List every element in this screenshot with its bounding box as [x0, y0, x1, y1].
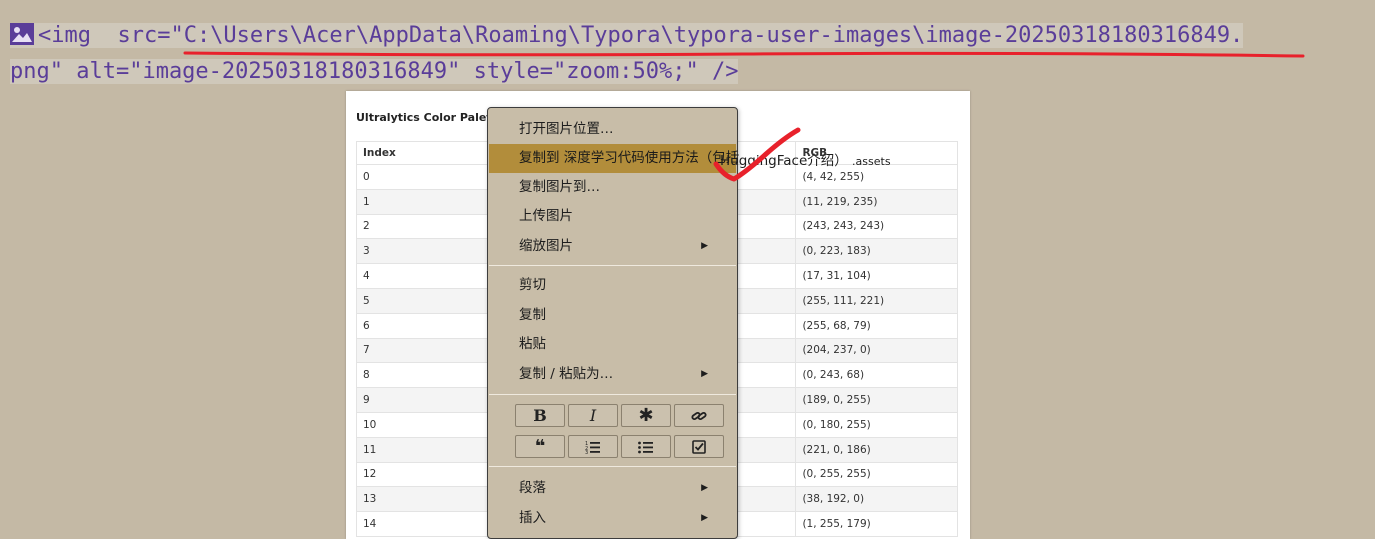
cell-rgb: (243, 243, 243)	[795, 213, 958, 240]
cell-index: 5	[356, 287, 489, 314]
cell-rgb: (221, 0, 186)	[795, 436, 958, 463]
task-list-icon	[692, 439, 706, 454]
cell-rgb: (189, 0, 255)	[795, 387, 958, 413]
bold-icon: B	[533, 406, 547, 425]
bold-button[interactable]: B	[515, 404, 565, 427]
menu-item-paste[interactable]: 粘贴	[489, 330, 736, 359]
header-index: Index	[356, 141, 489, 165]
cell-index: 10	[356, 411, 489, 438]
cell-rgb: (17, 31, 104)	[795, 263, 958, 289]
cell-index: 3	[356, 238, 489, 265]
cell-rgb: (0, 255, 255)	[795, 461, 958, 488]
cell-rgb: (0, 223, 183)	[795, 238, 958, 265]
cell-index: 13	[356, 486, 489, 513]
image-source-line-1[interactable]: <img src="C:\Users\Acer\AppData\Roaming\…	[10, 21, 1244, 51]
cell-rgb: (1, 255, 179)	[795, 511, 958, 537]
source-text-line-1: <img src="C:\Users\Acer\AppData\Roaming\…	[38, 23, 1244, 48]
quote-icon: ❝	[534, 436, 546, 457]
svg-text:3: 3	[585, 450, 588, 454]
submenu-arrow-icon: ▶	[701, 369, 708, 379]
cell-index: 7	[356, 337, 489, 364]
cell-index: 11	[356, 436, 489, 463]
asterisk-button[interactable]: ✱	[621, 404, 671, 427]
cell-index: 6	[356, 312, 489, 339]
menu-item-cut[interactable]: 剪切	[489, 271, 736, 300]
ordered-list-button[interactable]: 123	[568, 435, 618, 458]
menu-item-insert[interactable]: 插入 ▶	[489, 504, 736, 533]
source-text-line-2: png" alt="image-20250318180316849" style…	[10, 59, 739, 84]
menu-item-open-location[interactable]: 打开图片位置…	[489, 115, 736, 144]
cell-rgb: (0, 180, 255)	[795, 411, 958, 438]
link-button[interactable]	[674, 404, 724, 427]
cell-index: 8	[356, 362, 489, 389]
menu-item-copy-image-to[interactable]: 复制图片到…	[489, 173, 736, 202]
bullet-list-button[interactable]	[621, 435, 671, 458]
submenu-arrow-icon: ▶	[701, 483, 708, 493]
link-icon	[691, 411, 707, 420]
cell-rgb: (255, 68, 79)	[795, 312, 958, 339]
menu-item-copy-paste-as[interactable]: 复制 / 粘贴为… ▶	[489, 360, 736, 389]
cell-index: 2	[356, 213, 489, 240]
cell-index: 9	[356, 387, 489, 413]
italic-icon: I	[589, 406, 597, 425]
cell-index: 1	[356, 188, 489, 215]
submenu-arrow-icon: ▶	[701, 241, 708, 251]
image-icon	[10, 23, 34, 45]
quote-button[interactable]: ❝	[515, 435, 565, 458]
context-menu: 打开图片位置… 复制到 深度学习代码使用方法（包括 复制图片到… 上传图片 缩放…	[487, 107, 739, 539]
italic-button[interactable]: I	[568, 404, 618, 427]
cell-index: 14	[356, 511, 489, 537]
image-source-line-2[interactable]: png" alt="image-20250318180316849" style…	[10, 57, 739, 87]
cell-index: 0	[356, 164, 489, 190]
menu-separator	[489, 265, 736, 266]
menu-item-copy-to-assets[interactable]: 复制到 深度学习代码使用方法（包括	[489, 144, 739, 173]
menu-separator	[489, 466, 736, 467]
menu-item-upload-image[interactable]: 上传图片	[489, 202, 736, 231]
menu-item-zoom-image[interactable]: 缩放图片 ▶	[489, 232, 736, 261]
menu-separator	[489, 394, 736, 395]
bullet-list-icon	[638, 441, 653, 453]
cell-index: 4	[356, 263, 489, 289]
ordered-list-icon: 123	[585, 441, 600, 454]
cell-rgb: (204, 237, 0)	[795, 337, 958, 364]
menu-item-copy[interactable]: 复制	[489, 301, 736, 330]
red-check-annotation	[713, 127, 801, 182]
menu-item-paragraph[interactable]: 段落 ▶	[489, 474, 736, 503]
preview-title: Ultralytics Color Palette	[356, 111, 505, 124]
submenu-arrow-icon: ▶	[701, 513, 708, 523]
cell-index: 12	[356, 461, 489, 488]
task-list-button[interactable]	[674, 435, 724, 458]
cell-rgb: (38, 192, 0)	[795, 486, 958, 513]
cell-rgb: (255, 111, 221)	[795, 287, 958, 314]
cell-rgb: (0, 243, 68)	[795, 362, 958, 389]
cell-rgb: (11, 219, 235)	[795, 188, 958, 215]
asterisk-icon: ✱	[638, 405, 654, 426]
